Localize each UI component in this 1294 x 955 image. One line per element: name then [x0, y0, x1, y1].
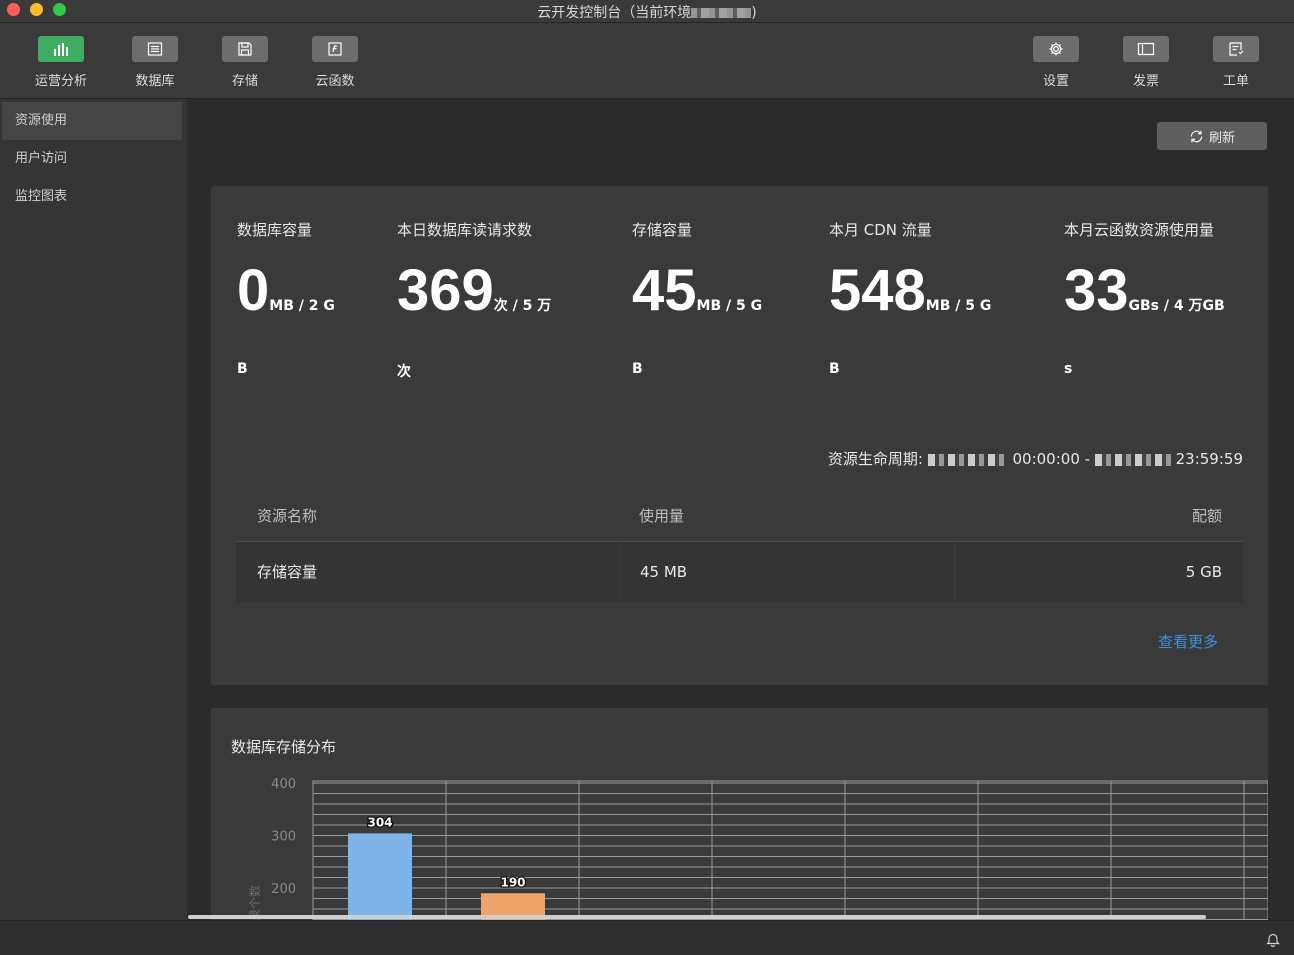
redacted-start-date [927, 453, 1008, 466]
sidebar-item-resource-usage[interactable]: 资源使用 [2, 102, 182, 140]
resource-lifecycle: 资源生命周期: 00:00:00 - 23:59:59 [828, 448, 1243, 469]
metric-title: 本月云函数资源使用量 [1064, 221, 1215, 239]
metric-cdn-traffic: 本月 CDN 流量 548MB / 5 G B [829, 219, 992, 377]
y-tick-label: 200 [271, 882, 296, 897]
redacted-env-name [691, 8, 752, 18]
main-content: 刷新 数据库容量 0MB / 2 G B 本日数据库读请求数 369次 / 5 … [188, 99, 1294, 920]
lifecycle-start-time: 00:00:00 - [1012, 450, 1091, 468]
metric-value: 45 [632, 258, 697, 323]
toolbar-label: 数据库 [135, 74, 175, 89]
metric-unit: MB / 5 G [925, 298, 992, 314]
sidebar-item-monitoring-charts[interactable]: 监控图表 [0, 178, 187, 216]
db-storage-distribution-card: 数据库存储分布 400 300 200 记录个数 304 190 [211, 708, 1268, 920]
toolbar-storage[interactable]: 存储 [205, 36, 285, 89]
plot-area [312, 780, 1268, 920]
column-header-name: 资源名称 [257, 507, 318, 525]
refresh-button[interactable]: 刷新 [1157, 122, 1267, 150]
status-bar [0, 920, 1294, 955]
cell-quota: 5 GB [1185, 563, 1222, 581]
metric-db-reads: 本日数据库读请求数 369次 / 5 万 次 [397, 219, 552, 380]
column-header-quota: 配额 [1191, 507, 1222, 525]
database-icon [132, 36, 178, 62]
metric-value: 0 [237, 258, 270, 323]
sidebar: 资源使用 用户访问 监控图表 [0, 99, 187, 920]
cloud-function-icon [312, 36, 358, 62]
metric-unit: GBs / 4 万GB [1128, 298, 1225, 314]
metric-unit-overflow: B [829, 361, 840, 377]
table-header: 资源名称 使用量 配额 [236, 491, 1243, 542]
toolbar-label: 运营分析 [34, 74, 87, 89]
metric-title: 本月 CDN 流量 [829, 221, 932, 239]
metric-unit-overflow: B [237, 361, 248, 377]
y-tick-label: 300 [271, 830, 296, 845]
toolbar-settings[interactable]: 设置 [1016, 36, 1096, 89]
metric-value: 369 [397, 258, 494, 323]
metric-title: 数据库容量 [237, 221, 313, 239]
toolbar-label: 云函数 [315, 74, 355, 89]
bar-value-label: 190 [500, 875, 525, 889]
bar-chart-icon [38, 36, 84, 62]
table-row: 存储容量 45 MB 5 GB [236, 542, 1243, 602]
horizontal-scrollbar[interactable] [188, 915, 1206, 919]
bar [348, 833, 412, 920]
resource-usage-card: 数据库容量 0MB / 2 G B 本日数据库读请求数 369次 / 5 万 次… [211, 186, 1268, 685]
toolbar-label: 存储 [231, 74, 258, 89]
window-title-text: 云开发控制台（当前环境 [537, 5, 692, 21]
metric-storage-capacity: 存储容量 45MB / 5 G B [632, 219, 763, 377]
refresh-icon [1190, 130, 1203, 142]
metric-unit: MB / 2 G [269, 298, 335, 314]
metric-value: 548 [829, 258, 926, 323]
y-tick-label: 400 [271, 777, 296, 792]
lifecycle-end-time: 23:59:59 [1175, 450, 1243, 468]
column-divider [620, 542, 621, 602]
metric-unit-overflow: B [632, 361, 643, 377]
toolbar-database[interactable]: 数据库 [115, 36, 195, 89]
metric-db-capacity: 数据库容量 0MB / 2 G B [237, 219, 335, 377]
metric-cloud-function-usage: 本月云函数资源使用量 33GBs / 4 万GB s [1064, 219, 1225, 377]
metric-title: 存储容量 [632, 221, 693, 239]
toolbar-ticket[interactable]: 工单 [1196, 36, 1276, 89]
metric-unit: MB / 5 G [696, 298, 763, 314]
metric-unit-overflow: 次 [397, 364, 411, 380]
storage-icon [222, 36, 268, 62]
bell-icon[interactable] [1266, 932, 1280, 947]
ticket-icon [1213, 36, 1259, 62]
window-title-suffix: ) [751, 5, 757, 21]
toolbar-label: 工单 [1222, 74, 1249, 89]
sidebar-item-user-access[interactable]: 用户访问 [0, 140, 187, 178]
toolbar-label: 设置 [1042, 74, 1069, 89]
redacted-end-date [1094, 453, 1171, 466]
refresh-label: 刷新 [1208, 130, 1235, 146]
gear-icon [1033, 36, 1079, 62]
resource-table: 资源名称 使用量 配额 存储容量 45 MB 5 GB [236, 491, 1243, 602]
view-more-link[interactable]: 查看更多 [1158, 631, 1218, 652]
cell-usage: 45 MB [640, 563, 688, 581]
toolbar-cloud-function[interactable]: 云函数 [295, 36, 375, 89]
bar-value-label: 304 [367, 815, 392, 829]
toolbar-invoice[interactable]: 发票 [1106, 36, 1186, 89]
column-divider [954, 542, 955, 602]
column-header-usage: 使用量 [639, 507, 685, 525]
db-storage-chart: 400300200记录个数304190 [247, 777, 1268, 920]
toolbar-operations-analysis[interactable]: 运营分析 [21, 36, 101, 89]
metric-title: 本日数据库读请求数 [397, 221, 533, 239]
invoice-icon [1123, 36, 1169, 62]
window-titlebar: 云开发控制台（当前环境) [0, 0, 1294, 23]
metric-unit: 次 / 5 万 [493, 298, 552, 314]
toolbar-label: 发票 [1132, 74, 1159, 89]
main-toolbar: 运营分析 数据库 存储 云函数 设置 发票 工单 [0, 23, 1294, 99]
lifecycle-label: 资源生命周期: [827, 450, 923, 468]
cell-resource-name: 存储容量 [257, 563, 318, 581]
metric-value: 33 [1064, 258, 1129, 323]
window-title: 云开发控制台（当前环境) [0, 2, 1294, 22]
metric-unit-overflow: s [1064, 361, 1073, 377]
